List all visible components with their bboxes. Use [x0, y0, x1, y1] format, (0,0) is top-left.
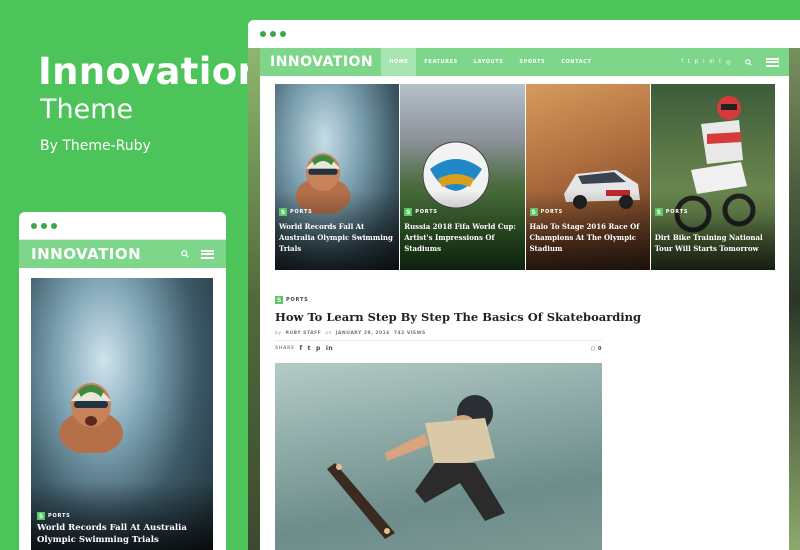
- post-title[interactable]: How To Learn Step By Step The Basics Of …: [275, 310, 641, 324]
- menu-item-layouts[interactable]: LAYOUTS: [466, 48, 512, 76]
- rss-icon[interactable]: ◎: [726, 59, 731, 66]
- desktop-navbar: INNOVATION HOME FEATURES LAYOUTS SPORTS …: [260, 48, 789, 76]
- window-dot-icon: [270, 31, 276, 37]
- facebook-icon[interactable]: f: [681, 59, 683, 65]
- featured-tile[interactable]: S PORTS Halo To Stage 2016 Race Of Champi…: [525, 84, 650, 270]
- window-dot-icon: [280, 31, 286, 37]
- pinterest-icon[interactable]: p: [316, 345, 321, 352]
- post-author[interactable]: RUBY STAFF: [286, 331, 322, 336]
- tumblr-icon[interactable]: t: [719, 59, 721, 65]
- share-bar: SHARE f t p in ▢ 0: [275, 340, 602, 356]
- category-tag[interactable]: S PORTS: [279, 208, 313, 216]
- post-meta: by RUBY STAFF on JANUARY 29, 2016 742 VI…: [275, 331, 426, 336]
- facebook-icon[interactable]: f: [300, 345, 303, 352]
- featured-tile[interactable]: S PORTS Russia 2018 Fifa World Cup: Artis…: [400, 84, 525, 270]
- skateboarder-image[interactable]: [275, 363, 602, 550]
- menu-item-contact[interactable]: CONTACT: [553, 48, 599, 76]
- window-dot-icon: [31, 222, 37, 229]
- window-dot-icon: [260, 31, 266, 37]
- search-icon[interactable]: [181, 250, 189, 258]
- mobile-window-bar: [19, 212, 226, 240]
- mobile-preview-window: INNOVATION S PORTS World Records Fall At…: [19, 212, 226, 550]
- site-logo[interactable]: INNOVATION: [31, 245, 141, 263]
- category-tag[interactable]: S PORTS: [654, 208, 689, 216]
- twitter-icon[interactable]: t: [688, 59, 690, 65]
- swimmer-figure: [59, 383, 123, 453]
- featured-grid: S PORTS World Records Fall At Australia O…: [275, 84, 775, 270]
- mobile-featured-card[interactable]: S PORTS World Records Fall At Australia …: [31, 278, 213, 550]
- category-tag[interactable]: S PORTS: [37, 512, 71, 520]
- search-icon[interactable]: [745, 58, 752, 66]
- card-title[interactable]: World Records Fall At Australia Olympic …: [37, 522, 207, 546]
- promo-byline: By Theme-Ruby: [40, 138, 151, 154]
- menu-item-sports[interactable]: SPORTS: [511, 48, 553, 76]
- menu-item-home[interactable]: HOME: [381, 48, 417, 76]
- promo-subtitle: Theme: [40, 94, 134, 125]
- menu-icon[interactable]: [201, 249, 214, 259]
- comment-count[interactable]: ▢ 0: [591, 346, 602, 352]
- category-tag[interactable]: S PORTS: [404, 208, 438, 216]
- twitter-icon[interactable]: t: [308, 345, 311, 352]
- linkedin-icon[interactable]: in: [709, 59, 714, 65]
- post-category-tag[interactable]: S PORTS: [275, 296, 309, 304]
- tile-title[interactable]: Russia 2018 Fifa World Cup: Artist's Imp…: [404, 221, 520, 254]
- featured-tile[interactable]: S PORTS Dirt Bike Training National Tour …: [650, 84, 775, 270]
- post-views: 742 VIEWS: [393, 331, 426, 336]
- site-logo[interactable]: INNOVATION: [270, 54, 373, 70]
- social-links: f t p i in t ◎: [681, 59, 731, 66]
- promo-title: Innovation: [38, 50, 265, 93]
- comment-icon: ▢: [590, 345, 596, 352]
- instagram-icon[interactable]: i: [703, 59, 704, 65]
- window-dot-icon: [51, 222, 57, 229]
- menu-icon[interactable]: [766, 57, 779, 67]
- skateboarder-figure: [327, 395, 505, 539]
- category-tag[interactable]: S PORTS: [529, 208, 564, 216]
- tile-title[interactable]: World Records Fall At Australia Olympic …: [279, 221, 395, 254]
- desktop-preview-window: INNOVATION HOME FEATURES LAYOUTS SPORTS …: [248, 20, 800, 550]
- post-date: JANUARY 29, 2016: [335, 331, 390, 336]
- mobile-header: INNOVATION: [19, 240, 226, 268]
- linkedin-icon[interactable]: in: [326, 345, 333, 352]
- tile-title[interactable]: Dirt Bike Training National Tour Will St…: [655, 232, 771, 254]
- desktop-window-bar: [248, 20, 800, 48]
- pinterest-icon[interactable]: p: [695, 59, 698, 65]
- featured-tile[interactable]: S PORTS World Records Fall At Australia O…: [275, 84, 400, 270]
- tile-title[interactable]: Halo To Stage 2016 Race Of Champions At …: [530, 221, 646, 254]
- window-dot-icon: [41, 222, 47, 229]
- share-label: SHARE: [275, 346, 295, 351]
- desktop-page: INNOVATION HOME FEATURES LAYOUTS SPORTS …: [260, 48, 789, 550]
- menu-item-features[interactable]: FEATURES: [416, 48, 465, 76]
- desktop-stage: INNOVATION HOME FEATURES LAYOUTS SPORTS …: [248, 48, 800, 550]
- main-menu: HOME FEATURES LAYOUTS SPORTS CONTACT: [381, 48, 599, 76]
